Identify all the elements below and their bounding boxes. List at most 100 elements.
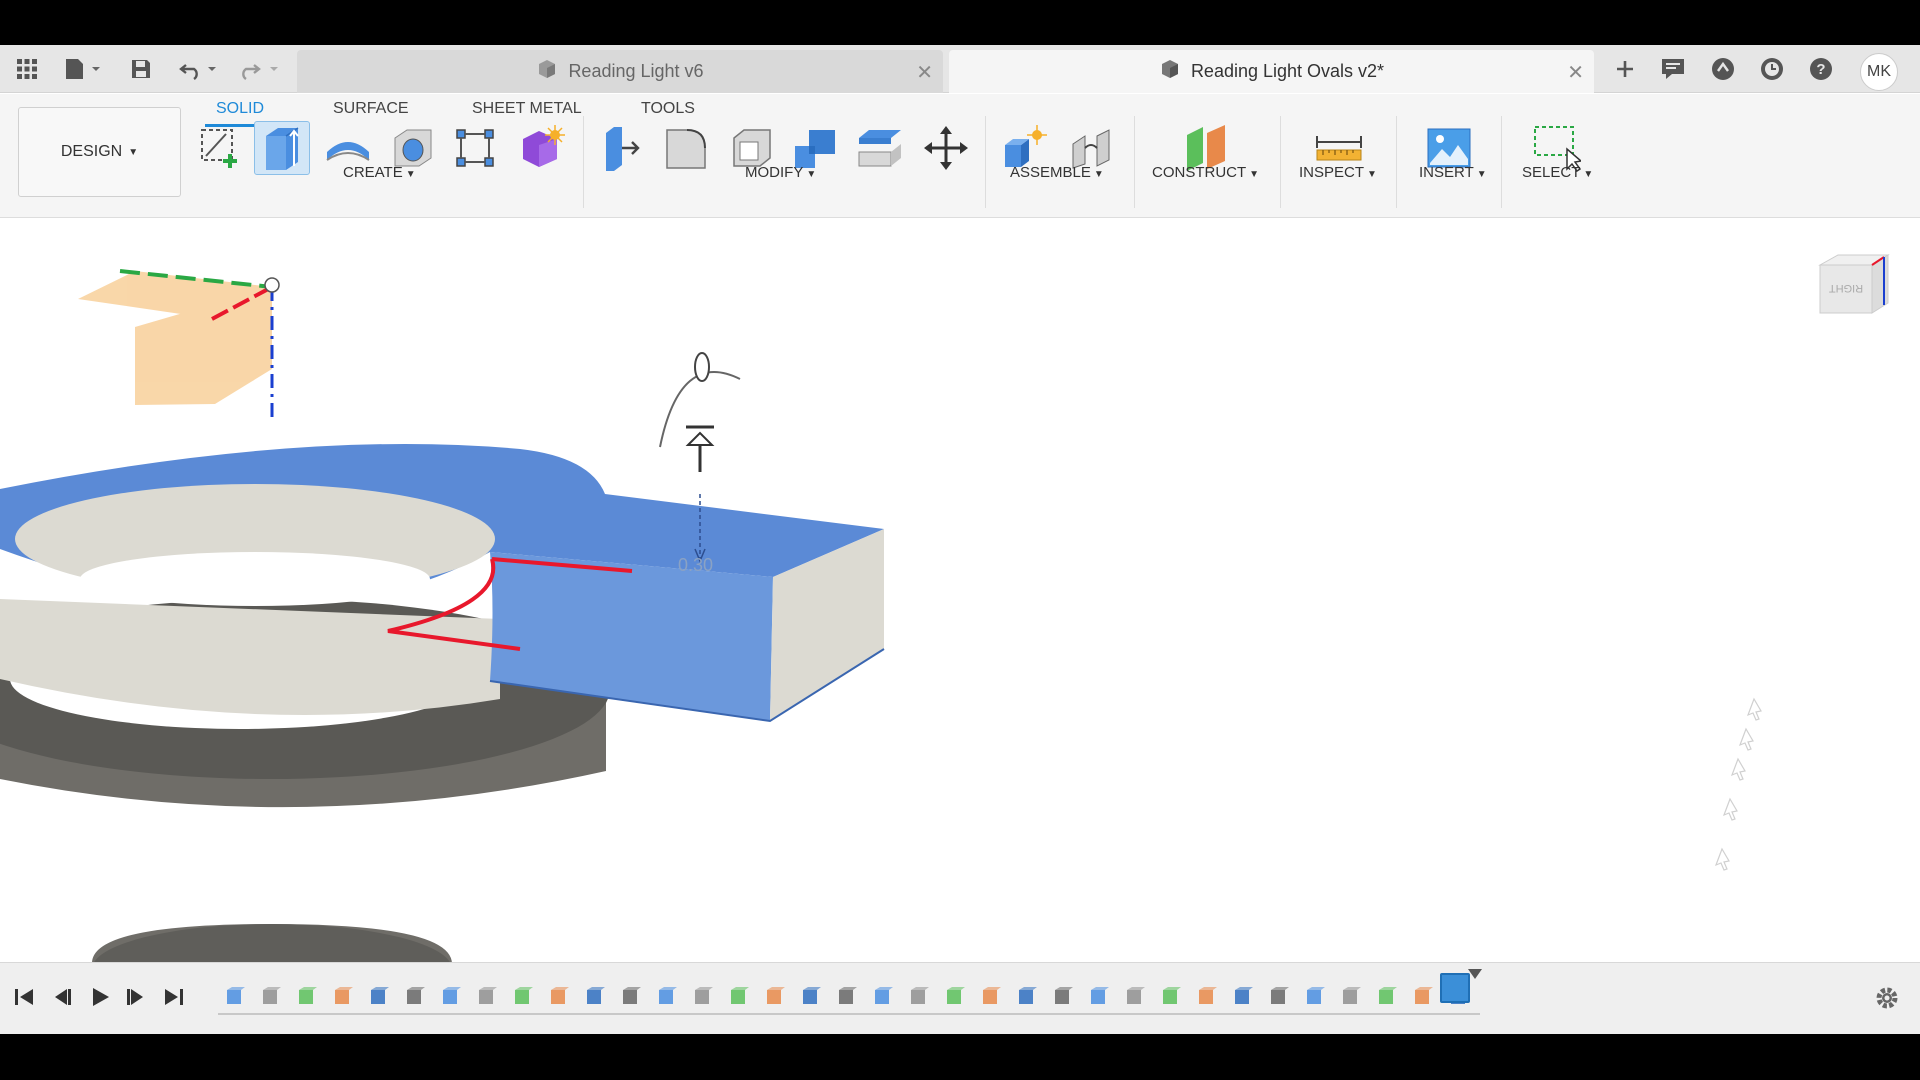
ribbon-toolbar: DESIGN ▼ SOLID SURFACE SHEET METAL TOOLS… [0,94,1920,218]
help-icon[interactable]: ? [1804,53,1838,85]
history-clock-icon[interactable] [1755,53,1789,85]
timeline-feature-icon[interactable] [1304,985,1326,1007]
select-menu[interactable]: SELECT ▼ [1522,164,1593,181]
document-icon [536,58,558,85]
file-menu-icon[interactable] [60,53,104,85]
timeline-active-feature[interactable] [1440,973,1470,1003]
undo-icon[interactable] [176,53,224,85]
timeline-feature-icon[interactable] [260,985,282,1007]
timeline-feature-icon[interactable] [944,985,966,1007]
timeline-feature-icon[interactable] [440,985,462,1007]
tab-reading-light-v6[interactable]: Reading Light v6 ✕ [297,50,943,93]
workspace-label: DESIGN [60,143,123,160]
timeline-feature-icon[interactable] [368,985,390,1007]
redo-icon[interactable] [238,53,286,85]
timeline-feature-icon[interactable] [1232,985,1254,1007]
extrude-tool[interactable] [254,121,310,175]
create-label: CREATE [343,164,403,181]
timeline-feature-icon[interactable] [476,985,498,1007]
select-label: SELECT [1522,164,1581,181]
create-sketch-tool[interactable] [192,121,248,175]
model-canvas [0,269,885,1014]
timeline-features[interactable] [218,975,1480,1019]
timeline-feature-icon[interactable] [1268,985,1290,1007]
timeline-feature-icon[interactable] [1124,985,1146,1007]
fillet-tool[interactable] [658,121,714,175]
timeline-feature-icon[interactable] [728,985,750,1007]
create-menu[interactable]: CREATE ▼ [343,164,416,181]
timeline-feature-icon[interactable] [764,985,786,1007]
tab-sheet-metal[interactable]: SHEET METAL [472,100,582,118]
tab-reading-light-ovals-v2[interactable]: Reading Light Ovals v2* ✕ [949,50,1594,93]
timeline-feature-icon[interactable] [332,985,354,1007]
job-status-icon[interactable] [1706,53,1740,85]
timeline-feature-icon[interactable] [656,985,678,1007]
sketch-plane [78,271,272,405]
viewcube-face-label: RIGHT [1829,282,1864,294]
inspect-menu[interactable]: INSPECT ▼ [1299,164,1377,181]
viewcube[interactable]: RIGHT [1818,247,1892,324]
workspace-dropdown[interactable]: DESIGN ▼ [18,107,181,197]
step-back-icon[interactable] [48,983,76,1011]
extrude-distance-input[interactable]: 0.30 [678,555,713,576]
timeline-feature-icon[interactable] [980,985,1002,1007]
comments-icon[interactable] [1656,53,1690,85]
origin-point [264,277,280,293]
save-icon[interactable] [126,53,156,85]
insert-menu[interactable]: INSERT ▼ [1419,164,1487,181]
timeline-feature-icon[interactable] [1160,985,1182,1007]
timeline-feature-icon[interactable] [872,985,894,1007]
timeline-feature-icon[interactable] [1340,985,1362,1007]
timeline-feature-icon[interactable] [1376,985,1398,1007]
offset-face-tool[interactable] [852,121,908,175]
timeline-feature-icon[interactable] [512,985,534,1007]
modify-menu[interactable]: MODIFY ▼ [745,164,816,181]
timeline-feature-icon[interactable] [1196,985,1218,1007]
tab-solid[interactable]: SOLID [216,100,264,118]
toolbar-separator [1501,116,1502,208]
create-form-tool[interactable] [512,121,568,175]
chevron-down-icon: ▼ [806,169,817,180]
move-copy-tool[interactable] [918,121,974,175]
assemble-menu[interactable]: ASSEMBLE ▼ [1010,164,1104,181]
user-avatar[interactable]: MK [1860,53,1898,91]
timeline-feature-icon[interactable] [692,985,714,1007]
timeline-settings-gear-icon[interactable] [1872,983,1902,1013]
timeline-feature-icon[interactable] [404,985,426,1007]
canvas-viewport[interactable]: 0.30 RIGHT [0,219,1920,1014]
close-icon[interactable]: ✕ [916,60,933,85]
close-icon[interactable]: ✕ [1567,60,1584,85]
step-forward-icon[interactable] [122,983,150,1011]
timeline-feature-icon[interactable] [224,985,246,1007]
timeline-feature-icon[interactable] [548,985,570,1007]
chevron-down-icon: ▼ [405,169,416,180]
play-icon[interactable] [86,983,114,1011]
toolbar-separator [1280,116,1281,208]
chevron-down-icon: ▼ [1476,169,1487,180]
toolbar-separator [1134,116,1135,208]
app-grid-icon[interactable] [12,53,42,85]
construct-menu[interactable]: CONSTRUCT ▼ [1152,164,1259,181]
new-tab-icon[interactable] [1608,53,1642,85]
cursor-trail-icon [1714,697,1762,871]
toolbar-separator [1396,116,1397,208]
timeline-feature-icon[interactable] [1412,985,1434,1007]
press-pull-tool[interactable] [594,121,650,175]
timeline-feature-icon[interactable] [1088,985,1110,1007]
timeline-feature-icon[interactable] [1016,985,1038,1007]
rectangular-pattern-tool[interactable] [447,121,503,175]
timeline-feature-icon[interactable] [800,985,822,1007]
timeline-track-line [218,1013,1480,1015]
tab-tools[interactable]: TOOLS [641,100,695,118]
timeline-feature-icon[interactable] [836,985,858,1007]
go-to-start-icon[interactable] [10,983,38,1011]
timeline-feature-icon[interactable] [296,985,318,1007]
timeline-feature-icon[interactable] [584,985,606,1007]
go-to-end-icon[interactable] [160,983,188,1011]
timeline-feature-icon[interactable] [620,985,642,1007]
letterbox-top [0,0,1920,45]
tab-surface[interactable]: SURFACE [333,100,409,118]
timeline-marker-handle[interactable] [1468,969,1482,979]
timeline-feature-icon[interactable] [1052,985,1074,1007]
timeline-feature-icon[interactable] [908,985,930,1007]
